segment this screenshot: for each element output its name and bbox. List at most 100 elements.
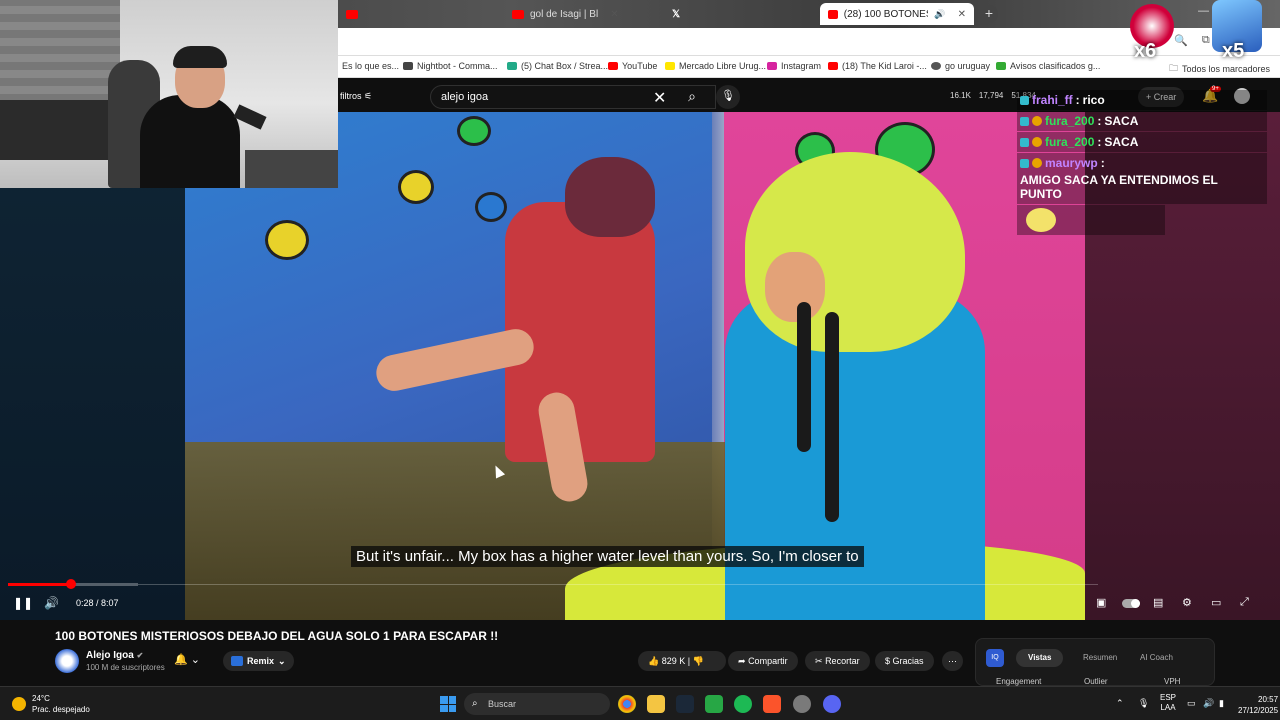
share-button[interactable]: ➦ Compartir bbox=[728, 651, 798, 671]
speaker-icon[interactable]: 🔊 bbox=[934, 9, 945, 20]
combo-count: x5 bbox=[1222, 40, 1245, 62]
search-icon: ⌕ bbox=[688, 88, 696, 104]
bell-icon: 🔔 bbox=[174, 654, 188, 666]
video-details: 100 BOTONES MISTERIOSOS DEBAJO DEL AGUA … bbox=[0, 620, 1280, 686]
settings-button[interactable]: ⚙ bbox=[1182, 596, 1192, 609]
cast-icon[interactable]: ⧉ bbox=[1202, 34, 1210, 47]
green-button bbox=[457, 116, 491, 146]
taskbar-clock[interactable]: 20:57 27/12/2025 bbox=[1238, 694, 1278, 716]
theater-mode-button[interactable]: ▭ bbox=[1211, 596, 1221, 609]
mercadolibre-icon bbox=[665, 62, 675, 70]
x-icon: 𝕏 bbox=[672, 8, 681, 20]
tab-ai-coach[interactable]: AI Coach bbox=[1128, 649, 1185, 667]
network-icon[interactable]: ▭ bbox=[1187, 698, 1196, 709]
tab-3[interactable]: 𝕏 bbox=[664, 4, 814, 24]
discord-icon[interactable] bbox=[823, 695, 841, 713]
tab-2[interactable]: gol de Isagi | Bl ✕ bbox=[504, 4, 664, 24]
outlier-label: Outlier bbox=[1084, 677, 1108, 686]
bookmark-item[interactable]: (18) The Kid Laroi -... bbox=[828, 61, 927, 71]
bookmark-item[interactable]: go uruguay bbox=[931, 61, 990, 71]
xbox-icon[interactable] bbox=[705, 695, 723, 713]
gear-icon: ⚙ bbox=[1182, 597, 1192, 609]
braid bbox=[797, 302, 811, 452]
chevron-down-icon: ⌄ bbox=[190, 654, 200, 666]
remix-button[interactable]: Remix ⌄ bbox=[223, 651, 294, 671]
weather-sun-icon bbox=[12, 697, 26, 711]
engagement-label: Engagement bbox=[996, 677, 1042, 686]
channel-name[interactable]: Alejo Igoa ✔ bbox=[86, 650, 143, 661]
zoom-icon[interactable]: 🔍 bbox=[1174, 34, 1188, 47]
close-icon[interactable]: ✕ bbox=[610, 9, 618, 20]
channel-avatar[interactable] bbox=[55, 649, 79, 673]
bookmark-item[interactable]: (5) Chat Box / Strea... bbox=[507, 61, 608, 71]
start-button[interactable] bbox=[440, 696, 456, 712]
brave-icon[interactable] bbox=[763, 695, 781, 713]
file-explorer-icon[interactable] bbox=[647, 695, 665, 713]
tab-1[interactable] bbox=[338, 4, 498, 24]
clip-button[interactable]: ✂ Recortar bbox=[805, 651, 870, 671]
pause-button[interactable]: ❚❚ bbox=[13, 596, 33, 610]
chat-message: fura_200 : SACA bbox=[1017, 111, 1267, 131]
bookmark-item[interactable]: Avisos clasificados g... bbox=[996, 61, 1100, 71]
bed bbox=[0, 100, 110, 160]
all-bookmarks-folder[interactable]: 🗀 Todos los marcadores bbox=[1169, 61, 1270, 77]
bookmark-item[interactable]: Nightbot - Comma... bbox=[403, 61, 498, 71]
emote-icon bbox=[1026, 208, 1056, 232]
video-left-padding bbox=[0, 112, 185, 620]
autoplay-toggle[interactable] bbox=[1122, 599, 1140, 608]
fullscreen-button[interactable]: ⤢ bbox=[1240, 596, 1249, 609]
more-actions-button[interactable]: ⋯ bbox=[942, 651, 963, 671]
coin-badge-icon bbox=[1032, 116, 1042, 126]
filters-button[interactable]: filtros ⚟ bbox=[340, 91, 372, 102]
input-language[interactable]: ESP LAA bbox=[1160, 693, 1176, 713]
streamer bbox=[140, 95, 240, 188]
volume-button[interactable]: 🔊 bbox=[44, 596, 59, 610]
subtitles-button[interactable]: ▤ bbox=[1153, 596, 1163, 609]
subscription-bell-button[interactable]: 🔔 ⌄ bbox=[174, 653, 218, 671]
folder-icon: 🗀 bbox=[1168, 63, 1178, 73]
volume-icon[interactable]: 🔊 bbox=[1203, 698, 1214, 709]
minimize-icon[interactable]: — bbox=[1198, 5, 1209, 17]
tab-active-video[interactable]: (28) 100 BOTONES MISTERI🔊✕ bbox=[820, 3, 974, 25]
stone-wall bbox=[0, 0, 120, 110]
like-button[interactable]: 👍 829 K | 👎 bbox=[638, 651, 726, 671]
tray-chevron-icon[interactable]: ⌃ bbox=[1116, 698, 1124, 709]
tab-vistas[interactable]: Vistas bbox=[1016, 649, 1064, 667]
tab-resumen[interactable]: Resumen bbox=[1071, 649, 1129, 667]
obs-icon[interactable] bbox=[793, 695, 811, 713]
desk bbox=[245, 150, 338, 188]
progress-bar[interactable] bbox=[8, 579, 138, 589]
mic-icon[interactable]: 🎙 bbox=[1138, 698, 1149, 709]
bookmark-item[interactable]: Es lo que es... bbox=[342, 61, 399, 71]
chrome-icon[interactable] bbox=[618, 695, 636, 713]
close-icon[interactable]: ✕ bbox=[958, 9, 966, 20]
search-input[interactable] bbox=[441, 91, 641, 103]
weather-widget[interactable]: 24°C Prac. despejado bbox=[12, 693, 90, 715]
steam-icon[interactable] bbox=[676, 695, 694, 713]
instagram-icon bbox=[767, 62, 777, 70]
thanks-button[interactable]: $ Gracias bbox=[875, 651, 934, 671]
new-tab-button[interactable]: + bbox=[980, 5, 998, 23]
more-icon: ⋯ bbox=[948, 656, 957, 666]
bookmark-item[interactable]: Mercado Libre Urug... bbox=[665, 61, 766, 71]
spotify-icon[interactable] bbox=[734, 695, 752, 713]
volume-icon: 🔊 bbox=[44, 596, 59, 610]
battery-icon[interactable]: ▮ bbox=[1219, 698, 1224, 709]
progress-played bbox=[8, 583, 71, 586]
badge-icon bbox=[1020, 158, 1029, 168]
verified-icon: ✔ bbox=[136, 651, 144, 660]
bookmark-item[interactable]: Instagram bbox=[767, 61, 821, 71]
clear-search-icon[interactable]: ✕ bbox=[653, 88, 666, 108]
voice-search-button[interactable]: 🎙 bbox=[716, 85, 740, 109]
taskbar-search[interactable]: ⌕ Buscar bbox=[464, 693, 610, 715]
yellow-button bbox=[265, 220, 309, 260]
stream-chat-overlay: frahi_ff : rico fura_200 : SACA fura_200… bbox=[1017, 90, 1267, 236]
coin-badge-icon bbox=[1032, 158, 1042, 168]
scrubber-handle[interactable] bbox=[66, 579, 76, 589]
bookmark-item[interactable]: YouTube bbox=[608, 61, 657, 71]
chat-message: fura_200 : SACA bbox=[1017, 132, 1267, 152]
thanks-icon: $ bbox=[885, 656, 891, 666]
iq-extension-button[interactable]: ▣ bbox=[1096, 596, 1106, 609]
search-button[interactable]: ⌕ bbox=[674, 85, 710, 109]
search-icon: ⌕ bbox=[472, 698, 478, 709]
